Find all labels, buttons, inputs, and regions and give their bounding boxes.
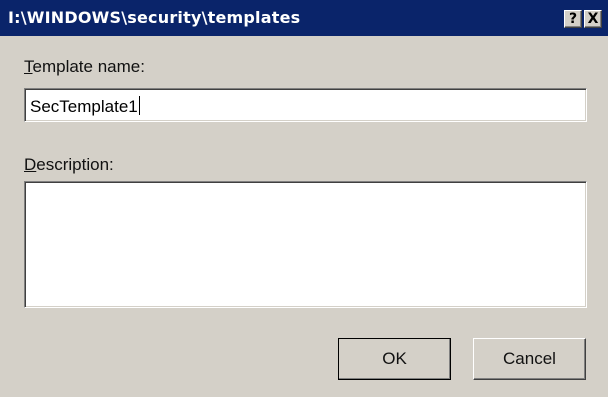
title-bar[interactable]: I:\WINDOWS\security\templates ? X	[0, 0, 608, 36]
description-label: Description:	[24, 155, 114, 175]
description-label-text: escription:	[36, 155, 114, 174]
text-caret	[138, 96, 140, 115]
description-textarea[interactable]	[24, 181, 587, 308]
template-name-input[interactable]: SecTemplate1	[24, 88, 587, 122]
template-dialog: I:\WINDOWS\security\templates ? X Templa…	[0, 0, 608, 397]
help-button[interactable]: ?	[564, 10, 582, 28]
template-name-label-text: emplate name:	[32, 57, 145, 76]
template-name-value: SecTemplate1	[30, 97, 138, 116]
description-label-mnemonic: D	[24, 155, 37, 174]
template-name-label: Template name:	[24, 57, 145, 77]
close-button[interactable]: X	[584, 10, 602, 28]
template-name-label-mnemonic: T	[24, 57, 33, 76]
window-title: I:\WINDOWS\security\templates	[8, 8, 301, 27]
template-name-value-wrap: SecTemplate1	[30, 96, 140, 117]
ok-button[interactable]: OK	[338, 338, 451, 380]
cancel-button[interactable]: Cancel	[473, 338, 586, 380]
